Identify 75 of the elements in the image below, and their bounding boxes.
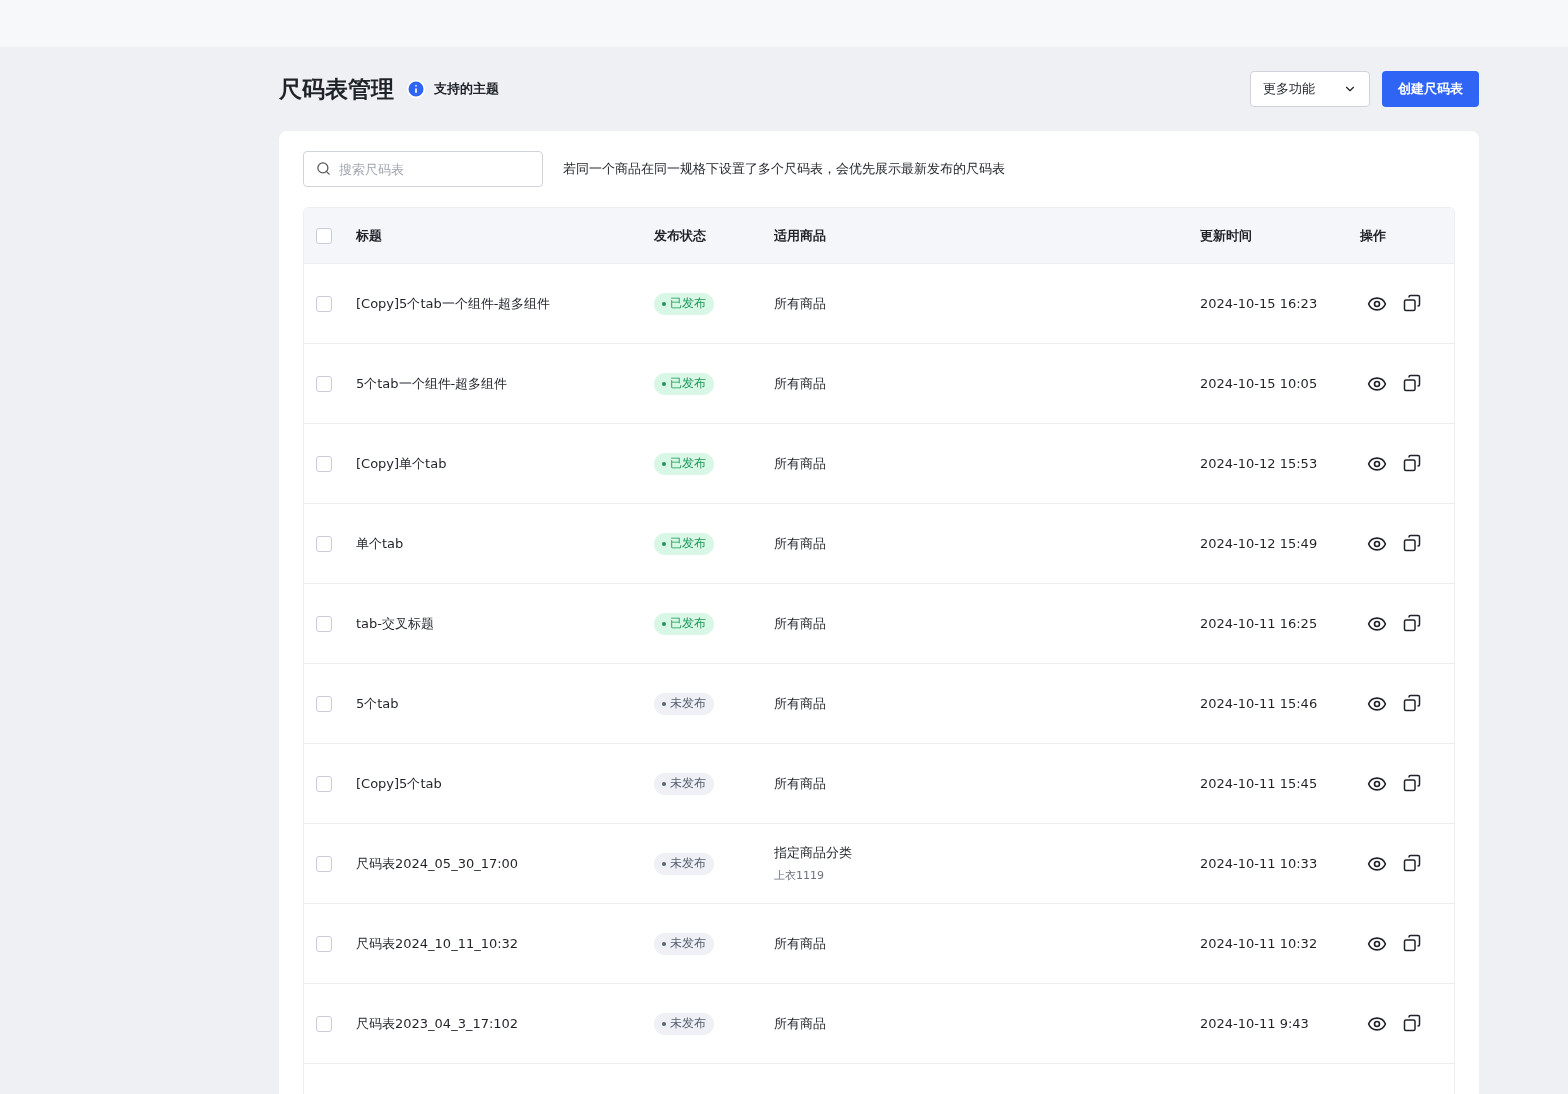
- status-badge: 未发布: [654, 692, 714, 715]
- status-badge: 未发布: [654, 932, 714, 955]
- select-all-checkbox[interactable]: [316, 227, 332, 244]
- title-cell-text: 5个tab一个组件-超多组件: [356, 374, 509, 393]
- supported-themes-link[interactable]: 支持的主题: [406, 79, 499, 99]
- info-icon: [406, 79, 426, 99]
- status-badge: 已发布: [654, 452, 714, 475]
- title-cell-text: [Copy]5个tab: [356, 774, 443, 793]
- search-field[interactable]: 搜索尺码表: [303, 151, 543, 187]
- updated-time-cell-text: 2024-10-11 9:43: [1200, 1016, 1310, 1031]
- copy-icon[interactable]: [1403, 453, 1421, 474]
- row-checkbox[interactable]: [316, 1015, 332, 1032]
- copy-icon[interactable]: [1403, 693, 1421, 714]
- status-badge: 已发布: [654, 532, 714, 555]
- copy-icon[interactable]: [1403, 293, 1421, 314]
- goods-cell-text: 指定商品分类: [774, 844, 853, 862]
- goods-cell-text: 所有商品: [774, 454, 827, 473]
- goods-cell-text: 所有商品: [774, 934, 827, 953]
- copy-icon[interactable]: [1403, 933, 1421, 954]
- search-icon: [316, 161, 331, 176]
- title-cell-text: [Copy]单个tab: [356, 454, 448, 473]
- status-badge: 未发布: [654, 1012, 714, 1035]
- updated-time-cell-text: 2024-10-15 10:05: [1200, 376, 1319, 391]
- row-checkbox[interactable]: [316, 615, 332, 632]
- updated-time-cell-text: 2024-10-11 15:45: [1200, 776, 1319, 791]
- goods-cell-text: 所有商品: [774, 374, 827, 393]
- row-checkbox[interactable]: [316, 695, 332, 712]
- page-title: 尺码表管理: [279, 74, 394, 104]
- row-checkbox[interactable]: [316, 855, 332, 872]
- notice-text: 若同一个商品在同一规格下设置了多个尺码表，会优先展示最新发布的尺码表: [563, 160, 1005, 178]
- column-header: 发布状态: [654, 226, 707, 245]
- row-checkbox[interactable]: [316, 375, 332, 392]
- status-badge: 已发布: [654, 612, 714, 635]
- row-checkbox[interactable]: [316, 535, 332, 552]
- status-badge: 未发布: [654, 772, 714, 795]
- updated-time-cell-text: 2024-10-12 15:53: [1200, 456, 1319, 471]
- title-cell-text: 尺码表2024_10_11_10:32: [356, 934, 520, 953]
- updated-time-cell-text: 2024-10-11 15:46: [1200, 696, 1319, 711]
- updated-time-cell-text: 2024-10-15 16:23: [1200, 296, 1319, 311]
- column-header: 操作: [1360, 226, 1387, 245]
- goods-cell-text: 所有商品: [774, 614, 827, 633]
- title-cell-text: [Copy]5个tab一个组件-超多组件: [356, 294, 552, 313]
- column-header: 更新时间: [1200, 226, 1253, 245]
- status-badge: 未发布: [654, 852, 714, 875]
- create-size-chart-button[interactable]: 创建尺码表: [1382, 71, 1479, 107]
- title-cell-text: tab-交叉标题: [356, 614, 435, 633]
- copy-icon[interactable]: [1403, 1013, 1421, 1034]
- copy-icon[interactable]: [1403, 853, 1421, 874]
- column-header: 标题: [356, 226, 383, 245]
- goods-cell-text: 所有商品: [774, 1014, 827, 1033]
- goods-cell-text: 所有商品: [774, 774, 827, 793]
- row-checkbox[interactable]: [316, 455, 332, 472]
- more-features-dropdown[interactable]: 更多功能: [1250, 71, 1370, 107]
- title-cell-text: 5个tab: [356, 694, 400, 713]
- copy-icon[interactable]: [1403, 773, 1421, 794]
- copy-icon[interactable]: [1403, 373, 1421, 394]
- column-header: 适用商品: [774, 226, 827, 245]
- title-cell-text: 尺码表2024_05_30_17:00: [356, 854, 520, 873]
- row-checkbox[interactable]: [316, 775, 332, 792]
- goods-cell-text: 所有商品: [774, 534, 827, 553]
- status-badge: 已发布: [654, 292, 714, 315]
- copy-icon[interactable]: [1403, 533, 1421, 554]
- updated-time-cell-text: 2024-10-11 16:25: [1200, 616, 1319, 631]
- status-badge: 已发布: [654, 372, 714, 395]
- goods-cell-text: 所有商品: [774, 694, 827, 713]
- title-cell-text: 单个tab: [356, 534, 405, 553]
- goods-category: 上衣1119: [774, 868, 825, 883]
- row-checkbox[interactable]: [316, 295, 332, 312]
- updated-time-cell-text: 2024-10-11 10:32: [1200, 936, 1319, 951]
- updated-time-cell-text: 2024-10-11 10:33: [1200, 856, 1319, 871]
- goods-cell-text: 所有商品: [774, 294, 827, 313]
- updated-time-cell-text: 2024-10-12 15:49: [1200, 536, 1319, 551]
- row-checkbox[interactable]: [316, 935, 332, 952]
- title-cell-text: 尺码表2023_04_3_17:102: [356, 1014, 520, 1033]
- copy-icon[interactable]: [1403, 613, 1421, 634]
